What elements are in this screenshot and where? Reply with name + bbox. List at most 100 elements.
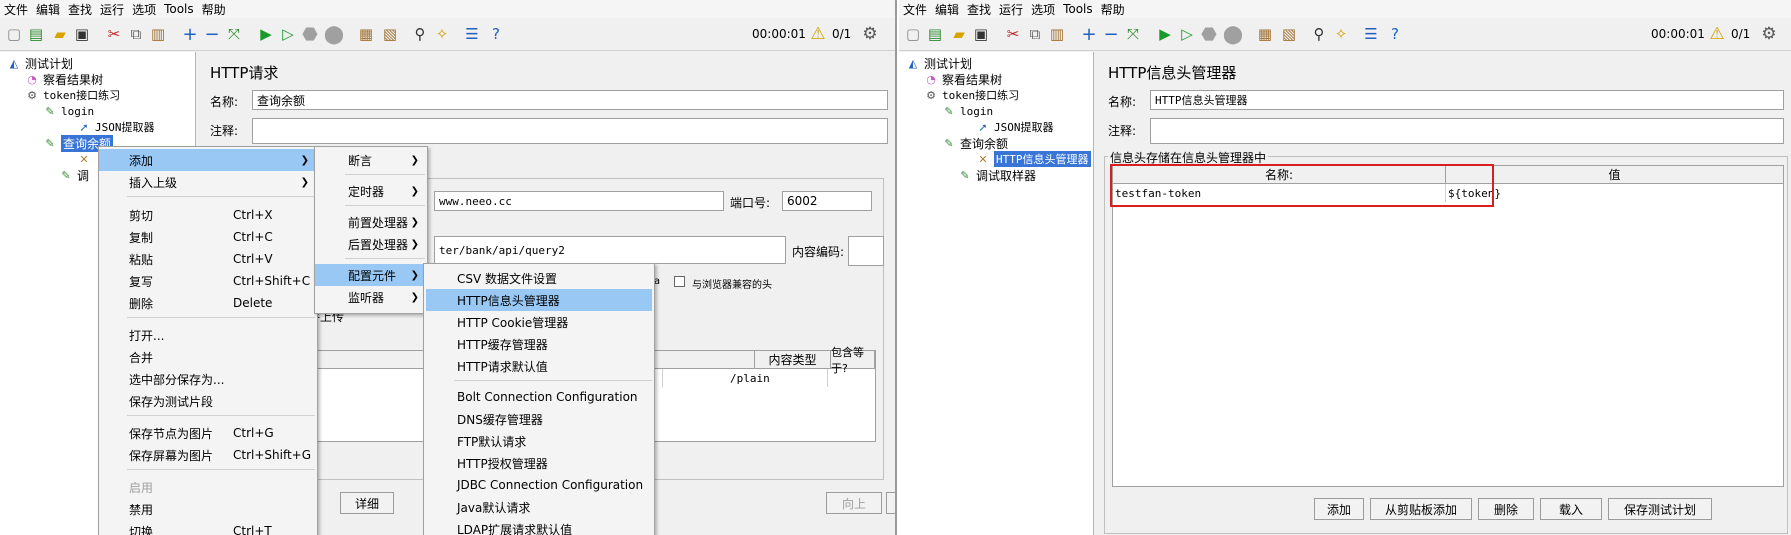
submenu-item-listeners[interactable]: 监听器 ❯ — [315, 286, 427, 308]
paste-icon[interactable]: ▥ — [148, 24, 168, 44]
reset-search-icon[interactable]: ✧ — [432, 24, 452, 44]
move-up-button[interactable]: 向上 — [826, 492, 882, 514]
shutdown-icon[interactable]: ⬤ — [324, 24, 344, 45]
move-down-button[interactable]: 向下 — [886, 492, 895, 514]
browser-headers-checkbox[interactable] — [674, 276, 685, 287]
start-no-pauses-icon[interactable]: ▷ — [1177, 24, 1197, 44]
collapse-icon[interactable]: − — [202, 24, 222, 45]
menu-edit[interactable]: 编辑 — [34, 1, 66, 18]
menu-item-cut[interactable]: 剪切 Ctrl+X — [99, 204, 317, 226]
menu-options[interactable]: 选项 — [130, 1, 162, 18]
new-icon[interactable]: ▢ — [4, 24, 24, 44]
tree-root[interactable]: ◭ 测试计划 — [6, 55, 73, 71]
menu-item-add[interactable]: 添加 ❯ — [99, 149, 317, 171]
delete-button[interactable]: 删除 — [1478, 498, 1534, 520]
tree-item[interactable]: ⚙ token接口练习 — [24, 87, 120, 103]
templates-icon[interactable]: ▤ — [925, 24, 945, 44]
col-header-value[interactable]: 值 — [1446, 166, 1783, 184]
port-field[interactable]: 6002 — [782, 191, 872, 211]
menu-run[interactable]: 运行 — [997, 1, 1029, 18]
start-no-pauses-icon[interactable]: ▷ — [278, 24, 298, 44]
col-include-equals[interactable]: 包含等于? — [831, 346, 875, 375]
help-icon[interactable]: ? — [1385, 24, 1405, 44]
submenu-item-post-processors[interactable]: 后置处理器 ❯ — [315, 233, 427, 255]
menu-search[interactable]: 查找 — [965, 1, 997, 18]
menu-item-duplicate[interactable]: 复写 Ctrl+Shift+C — [99, 270, 317, 292]
toggle-icon[interactable]: ⤧ — [224, 24, 244, 44]
expand-icon[interactable]: + — [180, 24, 200, 45]
tree-item[interactable]: ✎ login — [941, 103, 993, 119]
open-icon[interactable]: ▰ — [50, 24, 70, 44]
function-helper-icon[interactable]: ☰ — [462, 24, 482, 44]
server-field[interactable]: www.neeo.cc — [434, 191, 724, 211]
menu-item-paste[interactable]: 粘贴 Ctrl+V — [99, 248, 317, 270]
collapse-icon[interactable]: − — [1101, 24, 1121, 45]
config-item-cookie-manager[interactable]: HTTP Cookie管理器 — [424, 311, 654, 333]
save-icon[interactable]: ▣ — [971, 24, 991, 44]
tree-item[interactable]: ✎ 调 — [58, 167, 89, 183]
warning-icon[interactable]: ⚠ — [808, 24, 828, 44]
config-item-jdbc[interactable]: JDBC Connection Configuration — [424, 474, 654, 496]
tree-item[interactable]: ◔ 察看结果树 — [923, 71, 1002, 87]
config-item-header-manager[interactable]: HTTP信息头管理器 — [426, 289, 652, 311]
submenu-item-timers[interactable]: 定时器 ❯ — [315, 180, 427, 202]
tree-item[interactable]: ➚ JSON提取器 — [975, 119, 1053, 135]
menu-item-save-screen-image[interactable]: 保存屏幕为图片 Ctrl+Shift+G — [99, 444, 317, 466]
config-item-bolt[interactable]: Bolt Connection Configuration — [424, 386, 654, 408]
config-item-csv[interactable]: CSV 数据文件设置 — [424, 267, 654, 289]
menu-tools[interactable]: Tools — [1061, 2, 1099, 16]
search-icon[interactable]: ⚲ — [410, 24, 430, 44]
menu-item-delete[interactable]: 删除 Delete — [99, 292, 317, 314]
start-icon[interactable]: ▶ — [256, 24, 276, 44]
menu-help[interactable]: 帮助 — [200, 1, 232, 18]
stop-icon[interactable]: ⬣ — [300, 24, 320, 45]
load-button[interactable]: 载入 — [1540, 498, 1602, 520]
tree-item-selected[interactable]: ✕ HTTP信息头管理器 — [975, 151, 1091, 167]
comment-field[interactable] — [252, 118, 888, 144]
menu-item-save-selection[interactable]: 选中部分保存为... — [99, 368, 317, 390]
name-field[interactable]: 查询余额 — [252, 90, 888, 110]
tree-item[interactable]: ◔ 察看结果树 — [24, 71, 103, 87]
tree-item[interactable]: ✎ login — [42, 103, 94, 119]
expand-icon[interactable]: + — [1079, 24, 1099, 45]
start-icon[interactable]: ▶ — [1155, 24, 1175, 44]
menu-item-enable[interactable]: 启用 — [99, 476, 317, 498]
save-test-plan-button[interactable]: 保存测试计划 — [1608, 498, 1712, 520]
stop-icon[interactable]: ⬣ — [1199, 24, 1219, 45]
cut-icon[interactable]: ✂ — [1003, 24, 1023, 44]
open-icon[interactable]: ▰ — [949, 24, 969, 44]
table-cell-value[interactable]: ${token} — [1446, 184, 1783, 202]
clear-icon[interactable]: ▦ — [1255, 24, 1275, 44]
submenu-item-config-elements[interactable]: 配置元件 ❯ — [315, 264, 427, 286]
name-field[interactable]: HTTP信息头管理器 — [1150, 90, 1784, 110]
menu-file[interactable]: 文件 — [2, 1, 34, 18]
menu-item-toggle[interactable]: 切换 Ctrl+T — [99, 520, 317, 535]
config-item-ftp-defaults[interactable]: FTP默认请求 — [424, 430, 654, 452]
path-field[interactable]: ter/bank/api/query2 — [434, 236, 786, 264]
save-icon[interactable]: ▣ — [72, 24, 92, 44]
new-icon[interactable]: ▢ — [903, 24, 923, 44]
menu-file[interactable]: 文件 — [901, 1, 933, 18]
table-cell[interactable]: /plain — [728, 369, 828, 387]
tree-root[interactable]: ◭ 测试计划 — [905, 55, 972, 71]
shutdown-icon[interactable]: ⬤ — [1223, 24, 1243, 45]
config-item-cache-manager[interactable]: HTTP缓存管理器 — [424, 333, 654, 355]
menu-options[interactable]: 选项 — [1029, 1, 1061, 18]
menu-edit[interactable]: 编辑 — [933, 1, 965, 18]
menu-item-open[interactable]: 打开... — [99, 324, 317, 346]
templates-icon[interactable]: ▤ — [26, 24, 46, 44]
submenu-item-pre-processors[interactable]: 前置处理器 ❯ — [315, 211, 427, 233]
reset-search-icon[interactable]: ✧ — [1331, 24, 1351, 44]
cut-icon[interactable]: ✂ — [104, 24, 124, 44]
content-encoding-field[interactable] — [848, 236, 884, 266]
menu-item-save-node-image[interactable]: 保存节点为图片 Ctrl+G — [99, 422, 317, 444]
menu-item-disable[interactable]: 禁用 — [99, 498, 317, 520]
config-item-auth-manager[interactable]: HTTP授权管理器 — [424, 452, 654, 474]
menu-tools[interactable]: Tools — [162, 2, 200, 16]
config-item-ldap-ext-defaults[interactable]: LDAP扩展请求默认值 — [424, 518, 654, 535]
menu-search[interactable]: 查找 — [66, 1, 98, 18]
comment-field[interactable] — [1150, 118, 1784, 144]
tree-item[interactable]: ✕ — [76, 151, 95, 167]
warning-icon[interactable]: ⚠ — [1707, 24, 1727, 44]
function-helper-icon[interactable]: ☰ — [1361, 24, 1381, 44]
